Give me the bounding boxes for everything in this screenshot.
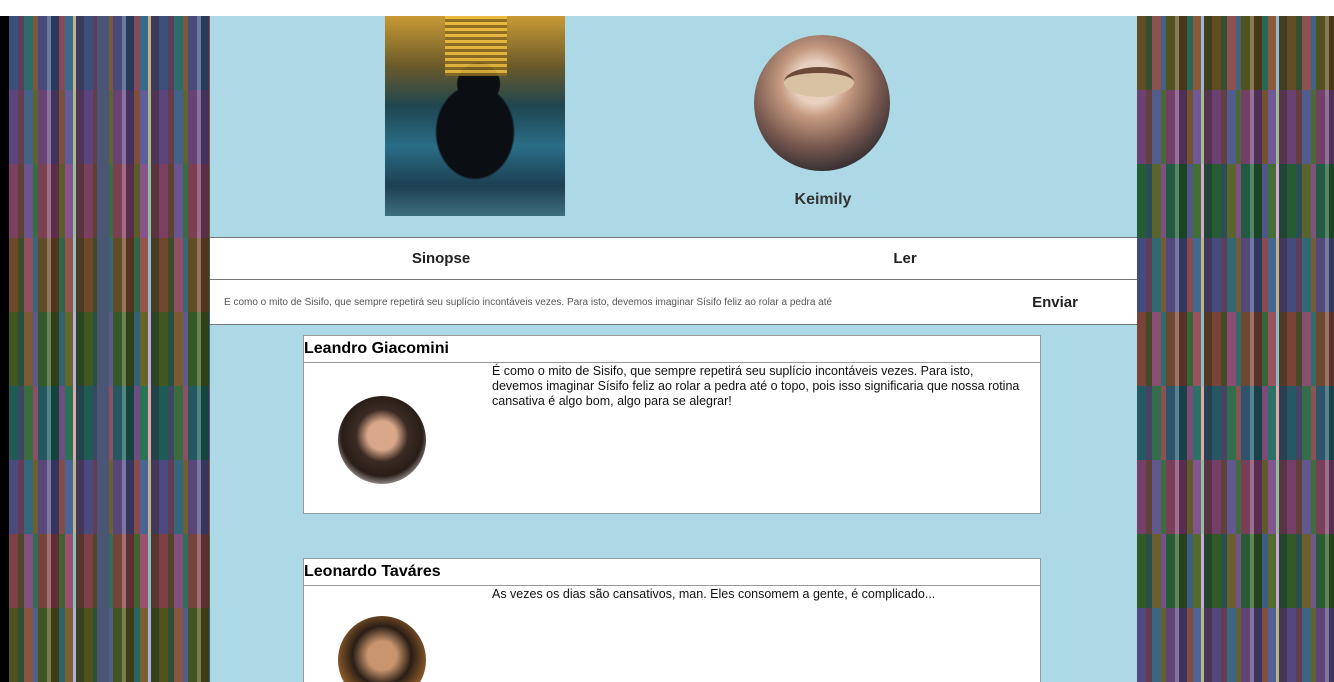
profile-avatar[interactable]	[754, 35, 890, 171]
comment-author[interactable]: Leonardo Taváres	[304, 559, 1040, 586]
tab-ler[interactable]: Ler	[805, 238, 1005, 279]
send-button[interactable]: Enviar	[1000, 280, 1110, 324]
comment-author[interactable]: Leandro Giacomini	[304, 336, 1040, 363]
comment-avatar[interactable]	[338, 396, 426, 484]
bookshelf-background-left	[9, 16, 210, 682]
comment-text: As vezes os dias são cansativos, man. El…	[492, 587, 936, 601]
book-header: Keimily	[210, 16, 1137, 237]
bookshelf-background-right	[1137, 16, 1334, 682]
tab-sinopse[interactable]: Sinopse	[341, 238, 541, 279]
main-content: Keimily Sinopse Ler Enviar Leandro Giaco…	[210, 16, 1137, 682]
comment-input[interactable]	[210, 280, 950, 324]
cover-window-light	[445, 16, 507, 76]
book-cover-image[interactable]	[385, 16, 565, 216]
comment-card: Leonardo Taváres As vezes os dias são ca…	[303, 558, 1041, 682]
avatar-hat-detail	[784, 67, 854, 97]
profile-name[interactable]: Keimily	[745, 191, 901, 209]
comment-avatar[interactable]	[338, 616, 426, 682]
comment-card: Leandro Giacomini É como o mito de Sisif…	[303, 335, 1041, 514]
comment-bar: Enviar	[210, 280, 1137, 325]
top-caption	[0, 0, 1334, 16]
comment-text: É como o mito de Sisifo, que sempre repe…	[492, 364, 1020, 408]
tab-bar: Sinopse Ler	[210, 237, 1137, 280]
